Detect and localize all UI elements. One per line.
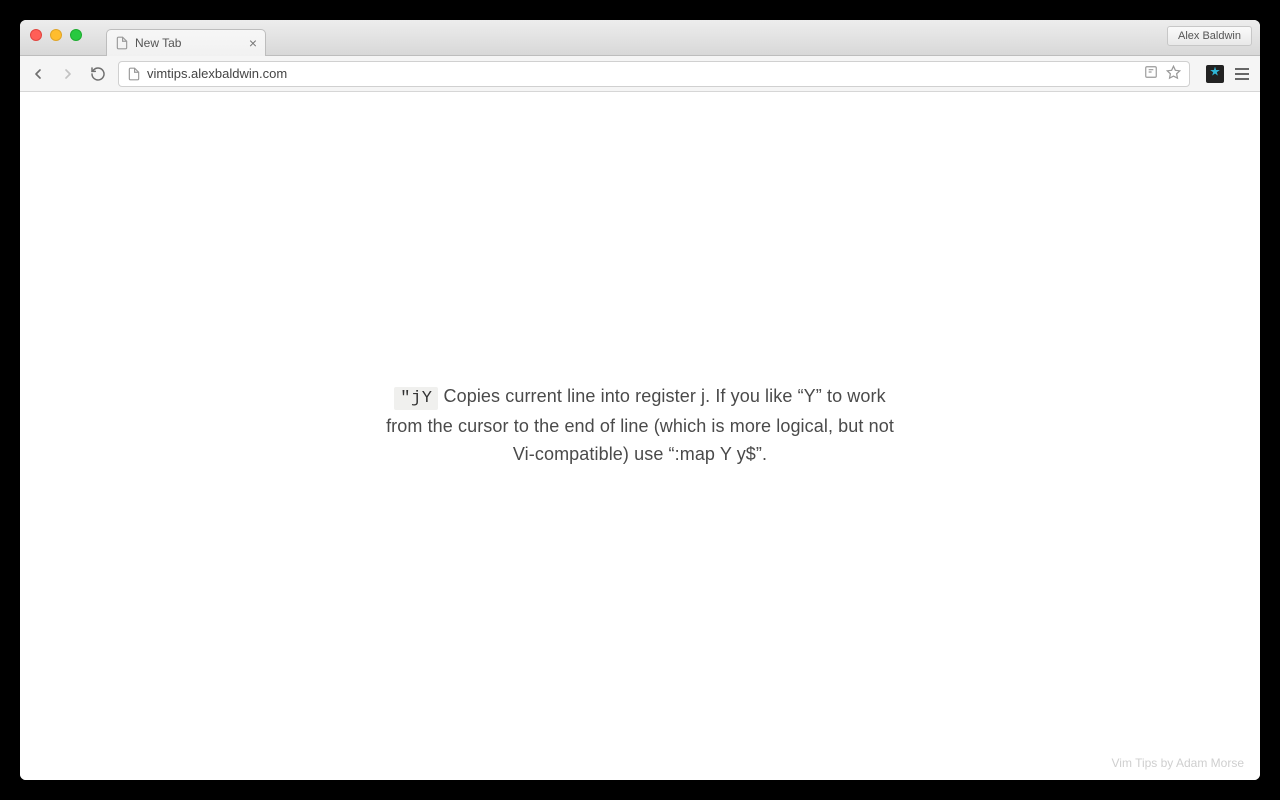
browser-tab[interactable]: New Tab × (106, 29, 266, 56)
url-text: vimtips.alexbaldwin.com (147, 66, 1138, 81)
profile-button[interactable]: Alex Baldwin (1167, 26, 1252, 46)
omnibox-icons (1144, 65, 1181, 83)
toolbar: vimtips.alexbaldwin.com (20, 56, 1260, 92)
address-bar[interactable]: vimtips.alexbaldwin.com (118, 61, 1190, 87)
hamburger-menu-icon[interactable] (1232, 64, 1252, 84)
back-button[interactable] (28, 64, 48, 84)
tip-command: "jY (394, 387, 438, 410)
reload-button[interactable] (88, 64, 108, 84)
extension-icon[interactable] (1206, 65, 1224, 83)
profile-name: Alex Baldwin (1178, 30, 1241, 42)
tab-title: New Tab (135, 36, 181, 50)
forward-button[interactable] (58, 64, 78, 84)
tip-description: Copies current line into register j. If … (386, 386, 894, 463)
page-icon (115, 36, 129, 50)
close-tab-icon[interactable]: × (249, 36, 257, 50)
vim-tip: "jY Copies current line into register j.… (380, 383, 900, 468)
footer-credit: Vim Tips by Adam Morse (1112, 756, 1245, 770)
titlebar: New Tab × Alex Baldwin (20, 20, 1260, 56)
window-controls (30, 29, 82, 41)
page-content: "jY Copies current line into register j.… (20, 92, 1260, 780)
browser-window: New Tab × Alex Baldwin vimtips.alexbaldw… (20, 20, 1260, 780)
bookmark-star-icon[interactable] (1166, 65, 1181, 83)
site-info-icon[interactable] (127, 67, 141, 81)
fullscreen-window-button[interactable] (70, 29, 82, 41)
close-window-button[interactable] (30, 29, 42, 41)
extension-icons (1206, 64, 1252, 84)
minimize-window-button[interactable] (50, 29, 62, 41)
translate-icon[interactable] (1144, 65, 1158, 82)
